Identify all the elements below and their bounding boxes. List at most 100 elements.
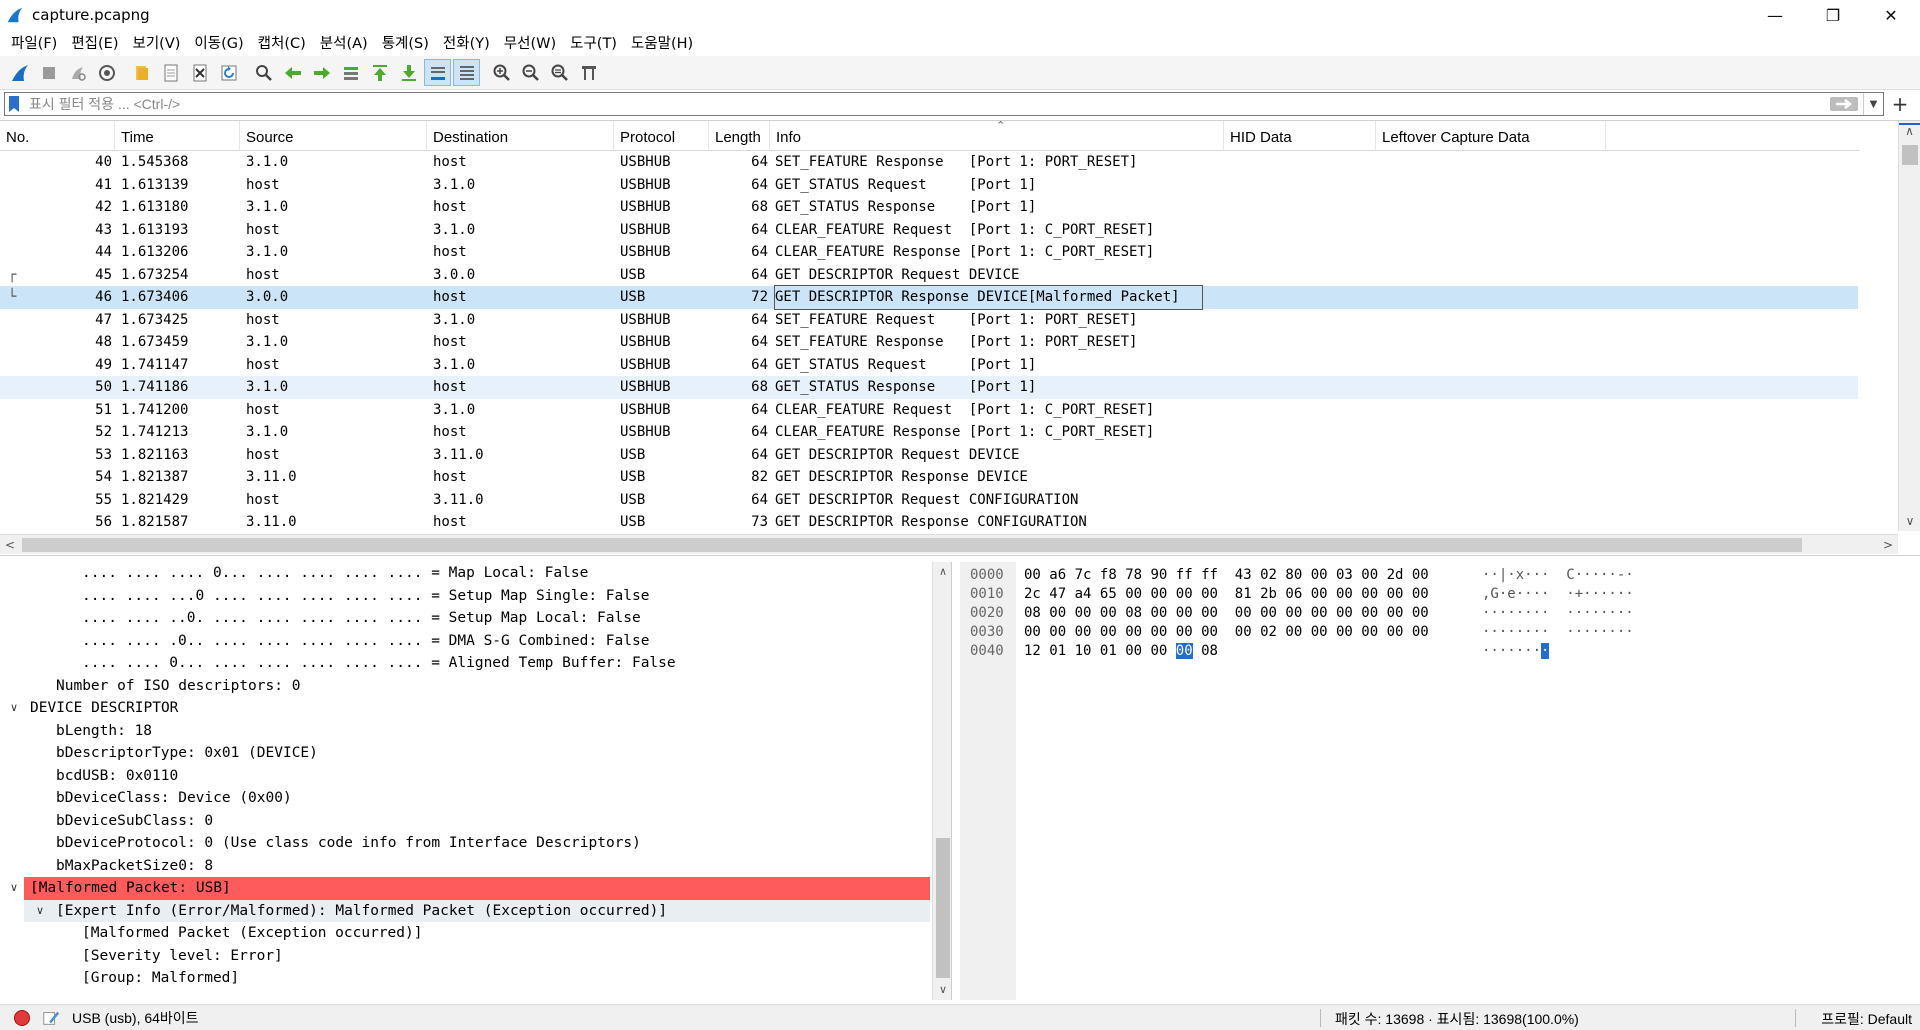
- go-to-packet-button[interactable]: [337, 59, 364, 86]
- bytes-ascii[interactable]: ··|·x··· C·····-·: [1482, 566, 1634, 585]
- menu-item[interactable]: 도움말(H): [624, 32, 700, 53]
- hex-byte[interactable]: 02: [1260, 567, 1277, 583]
- hex-byte[interactable]: 81: [1235, 586, 1252, 602]
- hex-byte[interactable]: 00: [1175, 643, 1193, 659]
- maximize-button[interactable]: ❐: [1804, 0, 1862, 30]
- hex-byte[interactable]: f8: [1100, 567, 1117, 583]
- hex-byte[interactable]: 00: [1412, 605, 1429, 621]
- hex-byte[interactable]: 78: [1125, 567, 1142, 583]
- menu-item[interactable]: 보기(V): [126, 32, 188, 53]
- detail-tree-item[interactable]: [Group: Malformed]: [0, 967, 951, 990]
- bytes-hex[interactable]: 08 00 00 00 08 00 00 00 00 00 00 00 00 0…: [1024, 604, 1429, 623]
- hex-byte[interactable]: 80: [1285, 567, 1302, 583]
- hex-byte[interactable]: 00: [1387, 586, 1404, 602]
- column-header[interactable]: Leftover Capture Data: [1376, 121, 1606, 151]
- hex-byte[interactable]: 08: [1125, 605, 1142, 621]
- close-button[interactable]: ✕: [1862, 0, 1920, 30]
- hex-byte[interactable]: 00: [1176, 605, 1193, 621]
- hex-byte[interactable]: 00: [1361, 605, 1378, 621]
- packet-row[interactable]: 53 1.821163 host 3.11.0 USB 64 GET DESCRIPTOR …: [0, 444, 1858, 467]
- detail-tree-item[interactable]: .... .... .... 0... .... .... .... .... …: [0, 562, 951, 585]
- hex-byte[interactable]: 00: [1024, 624, 1041, 640]
- save-file-button[interactable]: [157, 59, 184, 86]
- hex-byte[interactable]: 2c: [1024, 586, 1041, 602]
- edit-comment-icon[interactable]: [42, 1009, 60, 1027]
- menu-item[interactable]: 도구(T): [563, 32, 624, 53]
- hex-byte[interactable]: 02: [1260, 624, 1277, 640]
- hex-byte[interactable]: 00: [1412, 624, 1429, 640]
- hex-byte[interactable]: 06: [1285, 586, 1302, 602]
- detail-tree-item[interactable]: bcdUSB: 0x0110: [0, 765, 951, 788]
- hex-byte[interactable]: 00: [1336, 605, 1353, 621]
- minimize-button[interactable]: —: [1746, 0, 1804, 30]
- hex-byte[interactable]: 00: [1387, 624, 1404, 640]
- hex-byte[interactable]: ff: [1201, 567, 1218, 583]
- colorize-button[interactable]: [453, 59, 480, 86]
- hex-byte[interactable]: 7c: [1075, 567, 1092, 583]
- hex-byte[interactable]: 00: [1201, 624, 1218, 640]
- hex-byte[interactable]: 2d: [1387, 567, 1404, 583]
- details-vscroll[interactable]: ∧ ∨: [932, 562, 951, 1000]
- hex-byte[interactable]: 00: [1336, 624, 1353, 640]
- column-header[interactable]: Protocol: [614, 121, 709, 151]
- hex-byte[interactable]: 00: [1361, 624, 1378, 640]
- hex-byte[interactable]: 00: [1336, 586, 1353, 602]
- hex-byte[interactable]: 00: [1387, 605, 1404, 621]
- go-first-button[interactable]: [366, 59, 393, 86]
- scroll-left-icon[interactable]: <: [0, 535, 20, 555]
- packet-row[interactable]: 52 1.741213 3.1.0 host USBHUB 64 CLEAR_FEATURE…: [0, 421, 1858, 444]
- detail-tree-item[interactable]: bDeviceClass: Device (0x00): [0, 787, 951, 810]
- display-filter-input[interactable]: [23, 94, 1829, 114]
- packet-list-hscroll[interactable]: < >: [0, 534, 1898, 554]
- detail-tree-item[interactable]: bMaxPacketSize0: 8: [0, 855, 951, 878]
- hex-byte[interactable]: 00: [1235, 605, 1252, 621]
- filter-bookmark-button[interactable]: [5, 93, 23, 115]
- hex-byte[interactable]: 00: [1125, 624, 1142, 640]
- column-header[interactable]: Info: [770, 121, 1224, 151]
- bytes-ascii[interactable]: ········ ········: [1482, 623, 1634, 642]
- menu-item[interactable]: 전화(Y): [436, 32, 497, 53]
- scroll-down-icon[interactable]: ∨: [1899, 511, 1920, 531]
- detail-tree-item[interactable]: [Malformed Packet (Exception occurred)]: [0, 922, 951, 945]
- apply-filter-button[interactable]: [1829, 95, 1859, 113]
- hex-byte[interactable]: ff: [1176, 567, 1193, 583]
- hex-byte[interactable]: 00: [1311, 567, 1328, 583]
- scroll-right-icon[interactable]: >: [1878, 535, 1898, 555]
- hex-byte[interactable]: 00: [1176, 624, 1193, 640]
- hex-byte[interactable]: 01: [1100, 643, 1117, 659]
- hex-byte[interactable]: 01: [1049, 643, 1066, 659]
- detail-tree-item[interactable]: bDeviceSubClass: 0: [0, 810, 951, 833]
- hex-byte[interactable]: 00: [1235, 624, 1252, 640]
- packet-row[interactable]: 54 1.821387 3.11.0 host USB 82 GET DESCRIPTOR …: [0, 466, 1858, 489]
- hex-byte[interactable]: 2b: [1260, 586, 1277, 602]
- detail-tree-item[interactable]: bLength: 18: [0, 720, 951, 743]
- hex-byte[interactable]: 00: [1150, 624, 1167, 640]
- hex-byte[interactable]: 00: [1412, 567, 1429, 583]
- packet-row[interactable]: 41 1.613139 host 3.1.0 USBHUB 64 GET_STATUS Re…: [0, 174, 1858, 197]
- menu-item[interactable]: 이동(G): [187, 32, 250, 53]
- menu-item[interactable]: 통계(S): [375, 32, 436, 53]
- go-forward-button[interactable]: [308, 59, 335, 86]
- column-header[interactable]: Destination: [427, 121, 614, 151]
- hex-byte[interactable]: 00: [1075, 605, 1092, 621]
- zoom-in-button[interactable]: [488, 59, 515, 86]
- scroll-thumb[interactable]: [936, 838, 950, 978]
- hex-byte[interactable]: 00: [1150, 605, 1167, 621]
- hex-byte[interactable]: 00: [1125, 586, 1142, 602]
- hex-byte[interactable]: 00: [1412, 586, 1429, 602]
- detail-tree-item[interactable]: bDeviceProtocol: 0 (Use class code info …: [0, 832, 951, 855]
- hex-byte[interactable]: 47: [1049, 586, 1066, 602]
- find-packet-button[interactable]: [250, 59, 277, 86]
- normal-size-button[interactable]: [546, 59, 573, 86]
- bytes-ascii[interactable]: ········: [1482, 642, 1550, 661]
- restart-capture-button[interactable]: [64, 59, 91, 86]
- column-header[interactable]: Time: [115, 121, 240, 151]
- bytes-hex[interactable]: 00 00 00 00 00 00 00 00 00 02 00 00 00 0…: [1024, 623, 1429, 642]
- hex-byte[interactable]: 00: [1311, 624, 1328, 640]
- hex-byte[interactable]: 08: [1201, 643, 1218, 659]
- hex-byte[interactable]: 00: [1361, 567, 1378, 583]
- packet-row[interactable]: 56 1.821587 3.11.0 host USB 73 GET DESCRIPTOR …: [0, 511, 1858, 534]
- bytes-ascii[interactable]: ········ ········: [1482, 604, 1634, 623]
- hex-byte[interactable]: 12: [1024, 643, 1041, 659]
- hex-byte[interactable]: 03: [1336, 567, 1353, 583]
